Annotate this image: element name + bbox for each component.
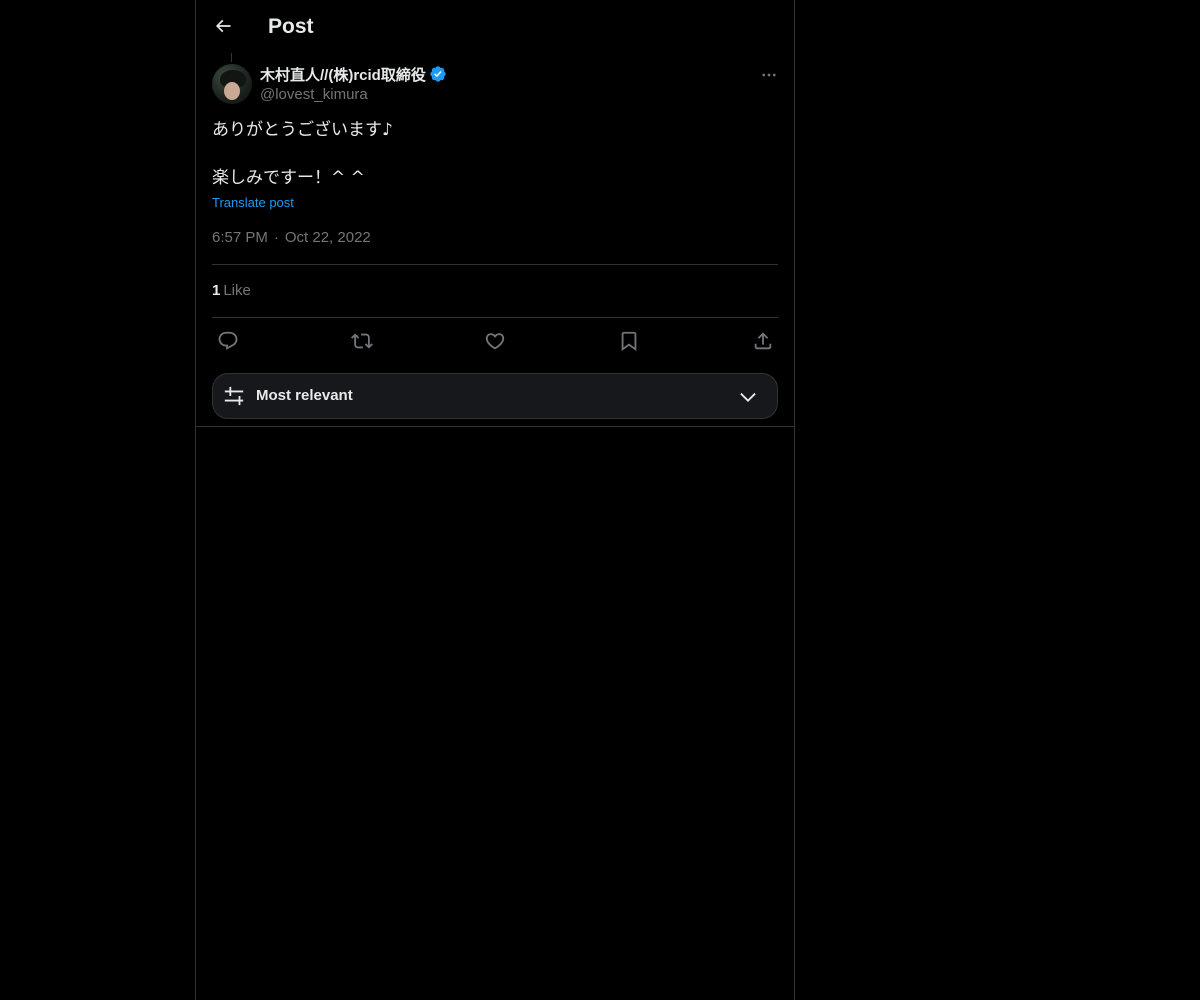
repost-icon xyxy=(351,333,373,349)
likes-count: 1 xyxy=(212,282,221,299)
chevron-down-icon xyxy=(740,392,756,402)
bookmark-icon xyxy=(621,331,637,352)
verified-badge-icon[interactable] xyxy=(429,65,447,83)
section-divider xyxy=(196,426,794,427)
post-author: 木村直人//(株)rcid取締役 @lovest_kimura xyxy=(260,64,447,105)
reply-icon xyxy=(218,331,238,350)
likes-label: Like xyxy=(223,282,251,299)
more-options-button[interactable] xyxy=(756,64,782,86)
page-header: Post xyxy=(196,0,794,53)
author-handle[interactable]: @lovest_kimura xyxy=(260,85,447,105)
sort-label: Most relevant xyxy=(256,387,353,404)
ellipsis-icon xyxy=(762,73,776,77)
post-time[interactable]: 6:57 PM xyxy=(212,229,268,246)
divider xyxy=(212,317,778,318)
post-text: ありがとうございます♪ 楽しみですー！^ ^ xyxy=(212,118,778,190)
repost-button[interactable] xyxy=(348,327,376,355)
meta-separator: · xyxy=(273,229,279,246)
divider xyxy=(212,264,778,265)
reply-button[interactable] xyxy=(214,327,242,355)
share-button[interactable] xyxy=(749,327,777,355)
post-date[interactable]: Oct 22, 2022 xyxy=(285,229,371,246)
bookmark-button[interactable] xyxy=(615,327,643,355)
heart-icon xyxy=(485,333,505,350)
post-timestamp: 6:57 PM · Oct 22, 2022 xyxy=(212,228,371,248)
post-text-line: 楽しみですー！^ ^ xyxy=(212,168,365,188)
sliders-icon xyxy=(224,386,244,406)
thread-connector xyxy=(231,53,232,62)
author-display-name[interactable]: 木村直人//(株)rcid取締役 xyxy=(260,64,426,85)
like-button[interactable] xyxy=(481,327,509,355)
post-action-bar xyxy=(212,327,778,355)
likes-count-link[interactable]: 1 Like xyxy=(212,281,251,301)
translate-post-link[interactable]: Translate post xyxy=(212,193,294,213)
page-title: Post xyxy=(268,15,314,38)
post-text-line: ありがとうございます♪ xyxy=(212,120,393,140)
arrow-left-icon xyxy=(215,19,231,33)
avatar[interactable] xyxy=(212,64,252,104)
share-icon xyxy=(754,332,772,350)
back-button[interactable] xyxy=(210,13,236,39)
replies-sort-dropdown[interactable]: Most relevant xyxy=(212,373,778,419)
primary-column: Post 木村直人//(株)rcid取締役 @lovest_kimura ありが… xyxy=(195,0,795,1000)
